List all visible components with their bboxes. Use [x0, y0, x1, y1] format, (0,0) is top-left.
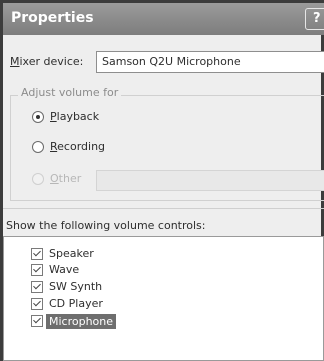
mixer-device-label: Mixer device:	[10, 55, 84, 68]
speaker-checkbox[interactable]	[31, 248, 43, 260]
list-item-speaker[interactable]: Speaker	[49, 247, 94, 260]
other-device-field	[96, 170, 324, 191]
list-item-sw-synth[interactable]: SW Synth	[49, 280, 102, 293]
separator	[3, 208, 324, 209]
playback-label[interactable]: Playback	[50, 110, 99, 123]
mixer-device-value: Samson Q2U Microphone	[102, 55, 241, 68]
list-item-wave[interactable]: Wave	[49, 263, 79, 276]
cd-player-checkbox[interactable]	[31, 298, 43, 310]
other-radio	[32, 173, 44, 185]
volume-controls-header: Show the following volume controls:	[6, 219, 206, 232]
list-item-cd-player[interactable]: CD Player	[49, 297, 103, 310]
mixer-device-select[interactable]: Samson Q2U Microphone	[96, 51, 324, 73]
list-item-microphone[interactable]: Microphone	[46, 314, 117, 329]
title-bar: Properties ?	[3, 3, 324, 35]
recording-radio[interactable]	[32, 141, 44, 153]
adjust-volume-legend: Adjust volume for	[18, 86, 122, 99]
help-button[interactable]: ?	[305, 8, 324, 30]
other-label: Other	[50, 172, 82, 185]
playback-radio[interactable]	[32, 111, 44, 123]
recording-label[interactable]: Recording	[50, 140, 105, 153]
wave-checkbox[interactable]	[31, 264, 43, 276]
window-title: Properties	[11, 10, 94, 26]
sw-synth-checkbox[interactable]	[31, 281, 43, 293]
microphone-checkbox[interactable]	[31, 315, 43, 327]
